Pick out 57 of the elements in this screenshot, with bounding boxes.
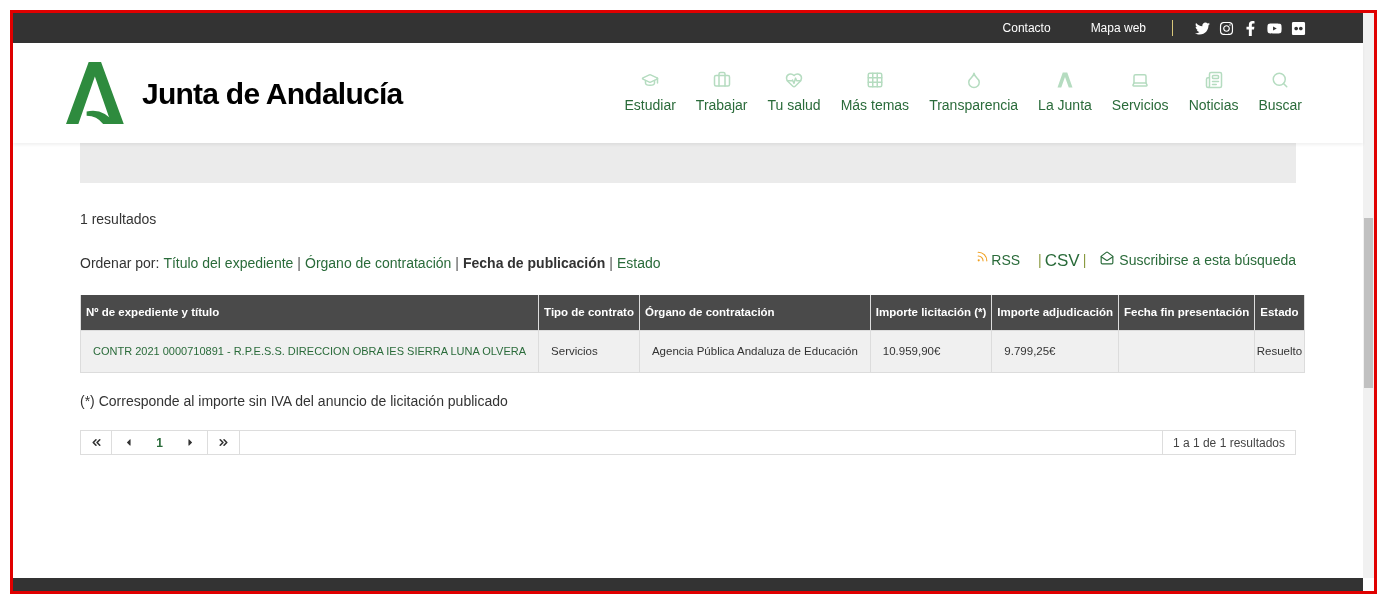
table-cell: Resuelto [1254,330,1305,373]
search-icon [1271,70,1290,89]
nav-link[interactable]: Estudiar [624,70,676,116]
sort-option[interactable]: Órgano de contratación [305,252,452,274]
nav-link[interactable]: Transparencia [929,70,1019,116]
table-cell: 10.959,90€ [870,330,992,373]
top-link[interactable]: Contacto [1002,19,1051,37]
expediente-link[interactable]: CONTR 2021 0000710891 - R.P.E.S.S. DIRECCION OBRA IES SIERRA LUNA OLVERA [80,330,539,373]
column-header: Nº de expediente y título [80,294,539,331]
subscribe-link[interactable]: Suscribirse a esta búsqueda [1119,250,1296,272]
separator: | [297,253,301,273]
bird-icon[interactable] [1195,20,1210,36]
column-header: Fecha fin presentación [1118,294,1255,331]
sort-option[interactable]: Estado [617,252,661,274]
double-chevron-left-icon [89,436,103,449]
nav-link[interactable]: Servicios [1111,70,1169,116]
footnote: (*) Corresponde al importe sin IVA del anuncio de licitación publicado [80,392,509,411]
letter-f-icon[interactable] [1243,20,1258,36]
separator: | [1038,251,1042,271]
table-cell: Servicios [538,330,640,373]
double-chevron-right-icon [217,436,230,449]
sort-option[interactable]: Título del expediente [163,252,294,274]
grid-icon [865,70,884,89]
dots-icon[interactable] [1291,20,1306,36]
heart-pulse-icon [785,70,804,89]
top-link[interactable]: Mapa web [1090,19,1146,37]
results-summary: 1 a 1 de 1 resultados [1161,431,1295,454]
scrollbar[interactable] [1363,13,1374,578]
camera-icon[interactable] [1219,20,1234,36]
column-header: Órgano de contratación [639,294,871,331]
table-cell: 9.799,25€ [991,330,1119,373]
results-count: 1 resultados [80,210,158,229]
separator: | [1082,251,1087,271]
newspaper-icon [1204,70,1223,89]
briefcase-icon [712,70,731,89]
separator: | [455,253,459,273]
nav-link[interactable]: Tu salud [767,70,821,116]
separator: | [609,253,613,273]
brand-title: Junta de Andalucía [142,75,403,112]
column-header: Estado [1254,294,1305,331]
page-number[interactable]: 1 [156,433,163,452]
column-header: Importe adjudicación [991,294,1119,331]
sort-option[interactable]: Fecha de publicación [462,252,606,274]
rss-link[interactable]: RSS [991,250,1021,272]
column-header: Tipo de contrato [538,294,640,331]
envelope-icon [1100,251,1115,266]
letter-a-icon [1055,70,1074,89]
table-cell: Agencia Pública Andaluza de Educación [639,330,871,373]
rss-icon [976,250,990,264]
csv-link[interactable]: CSV [1044,248,1080,274]
nav-link[interactable]: La Junta [1038,70,1092,116]
nav-link[interactable]: Más temas [840,70,910,116]
column-header: Importe licitación (*) [870,294,992,331]
sort-label: Ordenar por: [80,253,160,273]
nav-link[interactable]: Trabajar [695,70,748,116]
nav-link[interactable]: Noticias [1188,70,1239,116]
nav-link[interactable]: Buscar [1258,70,1302,116]
